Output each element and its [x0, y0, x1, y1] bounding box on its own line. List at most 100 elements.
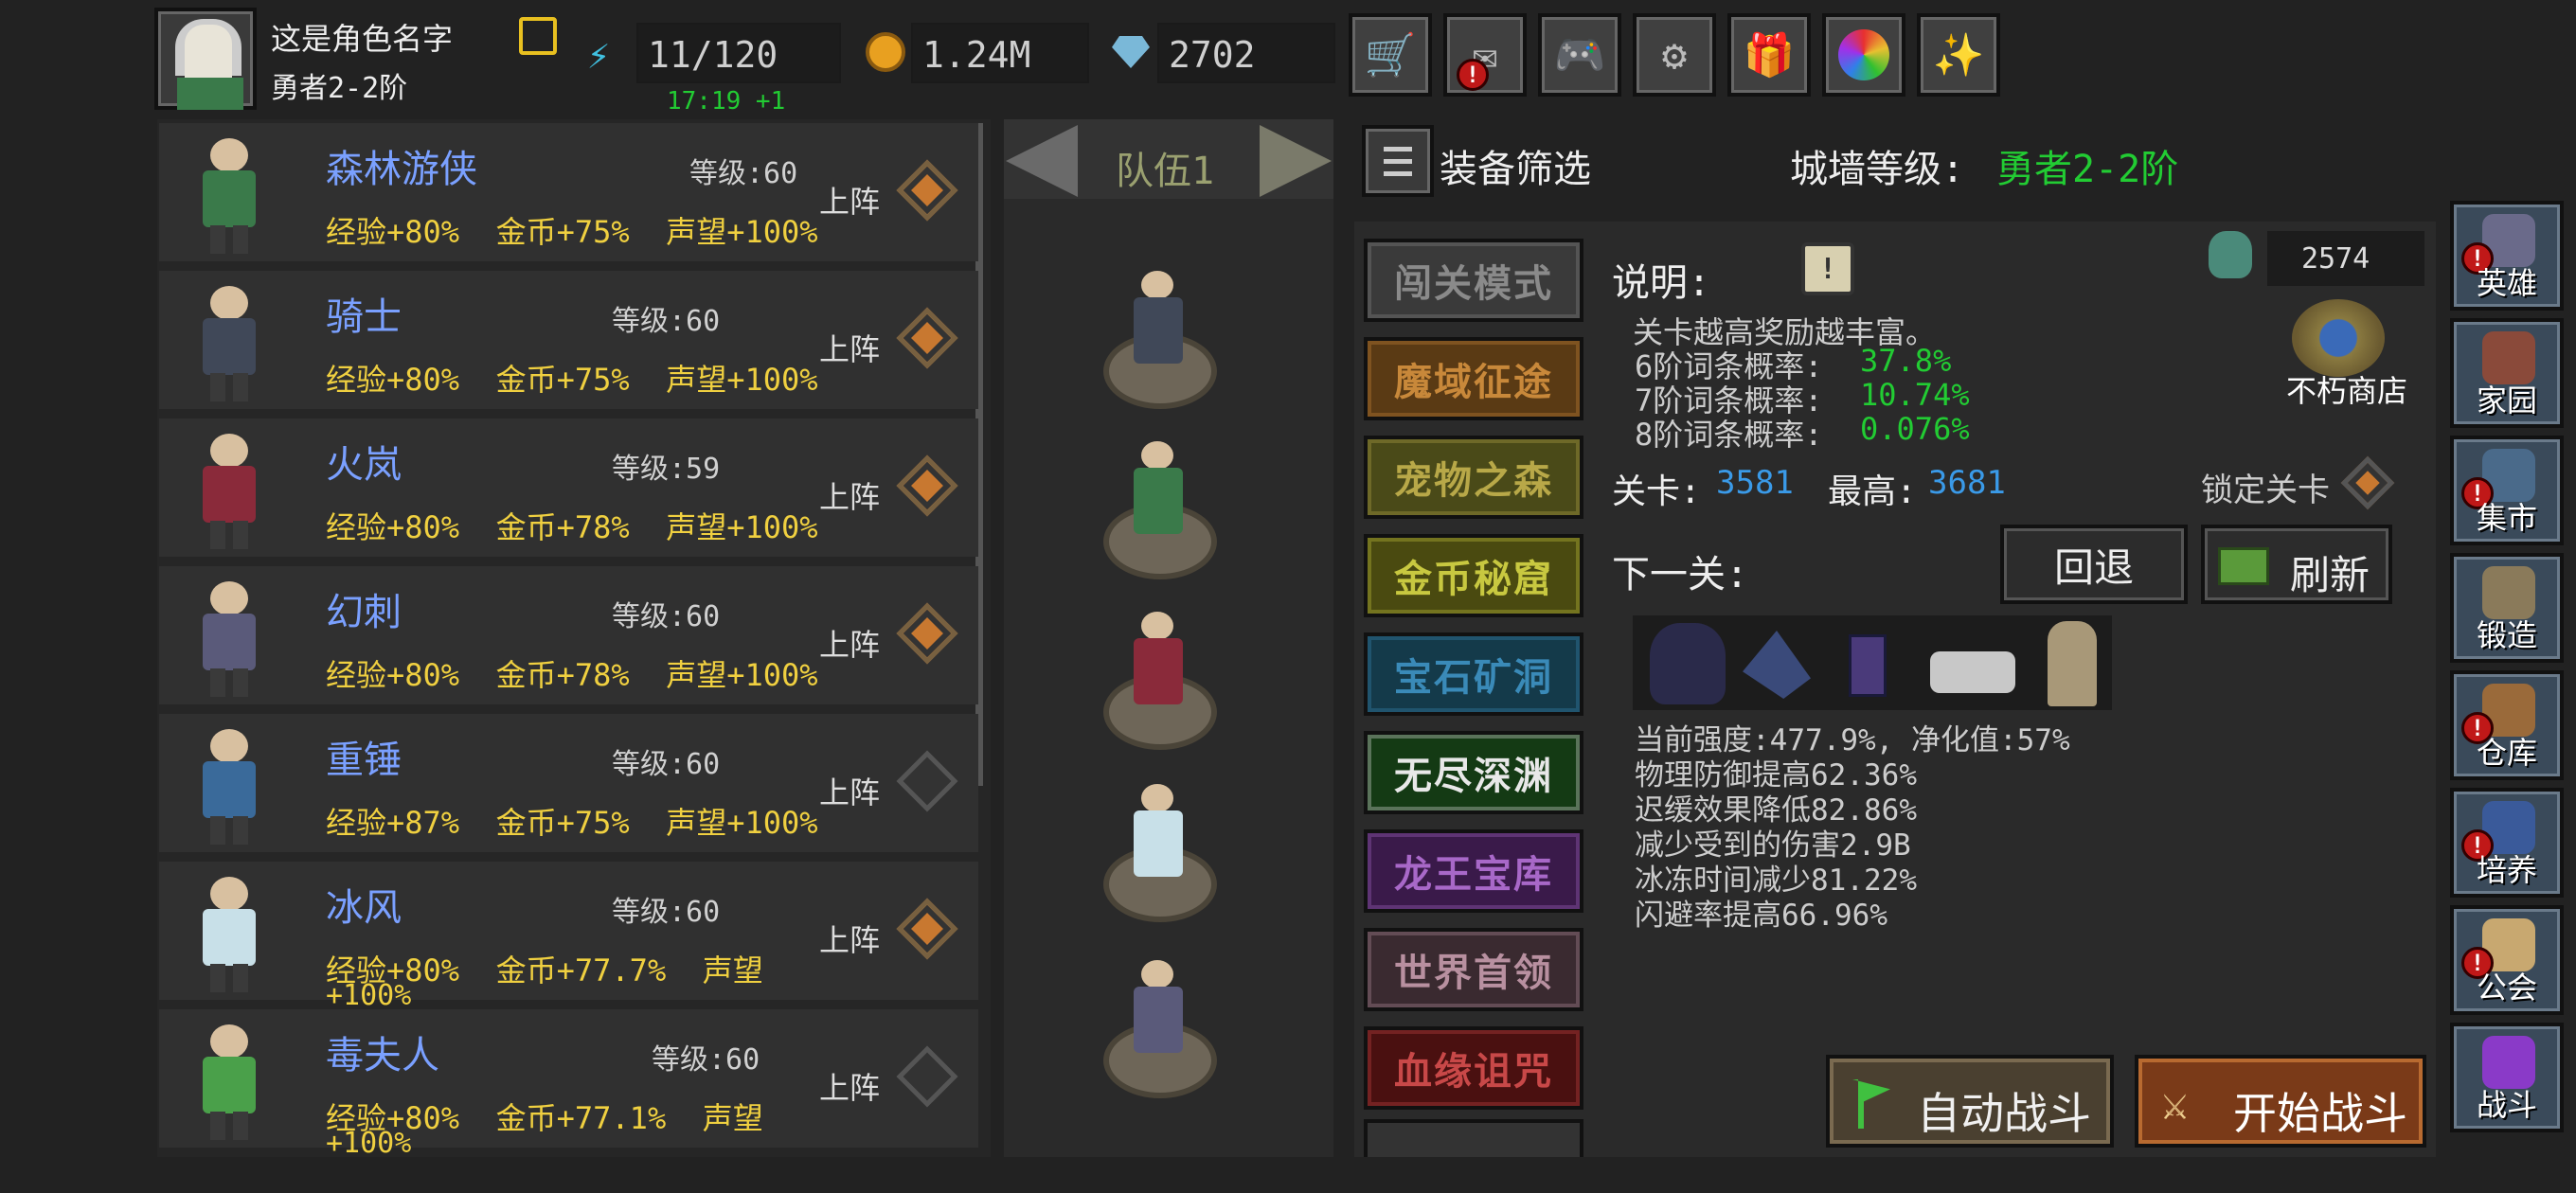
deploy-label[interactable]: 上阵: [819, 621, 880, 665]
gift-icon[interactable]: 🎁: [1727, 13, 1811, 97]
dungeon-mode-label: 宝石矿洞: [1394, 656, 1553, 700]
dungeon-mode-button[interactable]: 金币秘窟: [1364, 534, 1583, 617]
flag-icon: [1852, 1079, 1890, 1129]
hero-row[interactable]: 毒夫人 等级:60 经验+80% 金币+77.1% 声望 +100% 上阵: [159, 1009, 978, 1160]
dungeon-mode-label: 无尽深渊: [1394, 755, 1553, 798]
enemy-book-icon: [1849, 634, 1887, 697]
nav-label: 培养: [2476, 852, 2537, 888]
dungeon-mode-button[interactable]: 宝石矿洞: [1364, 632, 1583, 716]
gold-coin-icon: [866, 32, 905, 72]
team-slot[interactable]: [1094, 608, 1226, 750]
deploy-toggle[interactable]: [896, 602, 958, 665]
gamepad-icon[interactable]: 🎮: [1538, 13, 1621, 97]
hero-fame-bonus: 声望+100%: [666, 657, 818, 693]
dungeon-mode-button[interactable]: 龙王宝库: [1364, 829, 1583, 913]
dungeon-mode-label: 龙王宝库: [1394, 853, 1553, 897]
hero-exp-bonus: 经验+80%: [326, 509, 460, 545]
enemy-stat-line: 当前强度:477.9%, 净化值:57%: [1635, 723, 2070, 757]
hero-bonuses: 经验+80% 金币+78% 声望+100%: [326, 504, 818, 547]
start-battle-button[interactable]: ⚔ 开始战斗: [2135, 1055, 2426, 1148]
hero-fame-bonus: 声望+100%: [666, 362, 818, 398]
player-name: 这是角色名字: [271, 21, 454, 57]
nav-1[interactable]: 家园: [2450, 318, 2564, 428]
team-slot[interactable]: [1094, 267, 1226, 409]
hero-gold-bonus: 金币+78%: [495, 657, 630, 693]
rate-6-value: 37.8%: [1860, 343, 1952, 379]
deploy-toggle[interactable]: [896, 1045, 958, 1108]
nav-2[interactable]: ! 集市: [2450, 436, 2564, 545]
energy-timer: 17:19 +1: [667, 87, 786, 116]
nav-6[interactable]: ! 公会: [2450, 905, 2564, 1015]
enemy-stat-line: 冰冻时间减少81.22%: [1635, 864, 1917, 898]
auto-battle-button[interactable]: 自动战斗: [1826, 1055, 2114, 1148]
nav-5[interactable]: ! 培养: [2450, 788, 2564, 898]
hero-bonuses: 经验+80% 金币+78% 声望+100%: [326, 651, 818, 695]
gold-box: 1.24M: [911, 23, 1089, 83]
back-button[interactable]: 回退: [2000, 525, 2188, 604]
player-avatar[interactable]: [154, 8, 257, 110]
deploy-label[interactable]: 上阵: [819, 473, 880, 517]
dungeon-mode-button[interactable]: 血缘诅咒: [1364, 1026, 1583, 1110]
team-slot[interactable]: [1094, 780, 1226, 922]
hero-row[interactable]: 冰风 等级:60 经验+80% 金币+77.7% 声望 +100% 上阵: [159, 862, 978, 1012]
nav-4[interactable]: ! 仓库: [2450, 670, 2564, 780]
enemy-stat-line: 物理防御提高62.36%: [1635, 758, 1917, 792]
hero-row[interactable]: 重锤 等级:60 经验+87% 金币+75% 声望+100% 上阵: [159, 714, 978, 852]
enemy-stat-line: 迟缓效果降低82.86%: [1635, 793, 1917, 828]
dungeon-mode-label: 魔域征途: [1394, 361, 1553, 404]
rate-7-value: 10.74%: [1860, 377, 1970, 413]
deploy-toggle[interactable]: [896, 307, 958, 369]
hero-name: 火岚: [326, 443, 402, 487]
dungeon-mode-label: 宠物之森: [1394, 459, 1553, 503]
color-wheel-icon[interactable]: [1822, 13, 1905, 97]
deploy-toggle[interactable]: [896, 750, 958, 812]
pencil-edit-icon[interactable]: [519, 17, 557, 55]
hero-row[interactable]: 森林游侠 等级:60 经验+80% 金币+75% 声望+100% 上阵: [159, 123, 978, 261]
refresh-button[interactable]: 刷新: [2201, 525, 2392, 604]
hero-row[interactable]: 火岚 等级:59 经验+80% 金币+78% 声望+100% 上阵: [159, 418, 978, 557]
immortal-shop-icon[interactable]: [2292, 299, 2385, 377]
hero-sprite: [178, 873, 292, 994]
deploy-toggle[interactable]: [896, 898, 958, 960]
immortal-shop-label[interactable]: 不朽商店: [2286, 367, 2407, 411]
cart-icon[interactable]: 🛒: [1349, 13, 1432, 97]
hero-fame-bonus: 声望+100%: [666, 214, 818, 250]
hero-fame-bonus: 声望: [702, 953, 763, 988]
deploy-label[interactable]: 上阵: [819, 917, 880, 960]
deploy-label[interactable]: 上阵: [819, 1064, 880, 1108]
best-label: 最高:: [1828, 472, 1917, 511]
dungeon-mode-button[interactable]: 宠物之森: [1364, 436, 1583, 519]
hero-level: 等级:60: [612, 748, 721, 781]
dungeon-mode-button[interactable]: 闯关模式: [1364, 239, 1583, 322]
dungeon-mode-button[interactable]: 世界首领: [1364, 928, 1583, 1011]
deploy-label[interactable]: 上阵: [819, 178, 880, 222]
dungeon-mode-button[interactable]: 无尽深渊: [1364, 731, 1583, 814]
hero-row[interactable]: 骑士 等级:60 经验+80% 金币+75% 声望+100% 上阵: [159, 271, 978, 409]
enemy-scythe-icon: [1743, 631, 1811, 699]
nav-3[interactable]: 锻造: [2450, 553, 2564, 663]
gear-icon[interactable]: ⚙: [1633, 13, 1716, 97]
nav-label: 集市: [2476, 500, 2537, 536]
next-stage-label: 下一关:: [1612, 553, 1749, 596]
deploy-toggle[interactable]: [896, 454, 958, 517]
deploy-label[interactable]: 上阵: [819, 769, 880, 812]
nav-7[interactable]: 战斗: [2450, 1023, 2564, 1132]
mail-icon[interactable]: ✉!: [1443, 13, 1527, 97]
team-slot[interactable]: [1094, 437, 1226, 579]
team-slot[interactable]: [1094, 956, 1226, 1098]
currency-box: 2574: [2267, 231, 2424, 286]
hero-row[interactable]: 幻刺 等级:60 经验+80% 金币+78% 声望+100% 上阵: [159, 566, 978, 704]
dungeon-more-button[interactable]: [1364, 1119, 1583, 1157]
team-label: 队伍1: [1116, 150, 1215, 193]
nav-0[interactable]: ! 英雄: [2450, 201, 2564, 311]
enemy-skeleton-beast-icon: [1930, 651, 2015, 693]
hero-level: 等级:60: [612, 305, 721, 338]
gold-value: 1.24M: [922, 34, 1031, 76]
equipment-filter-label[interactable]: 装备筛选: [1440, 138, 1591, 193]
fireworks-icon[interactable]: ✨: [1917, 13, 2000, 97]
filter-menu-icon[interactable]: [1362, 125, 1434, 197]
deploy-label[interactable]: 上阵: [819, 326, 880, 369]
deploy-toggle[interactable]: [896, 159, 958, 222]
info-keyhole-icon[interactable]: !: [1801, 242, 1854, 295]
dungeon-mode-button[interactable]: 魔域征途: [1364, 337, 1583, 420]
